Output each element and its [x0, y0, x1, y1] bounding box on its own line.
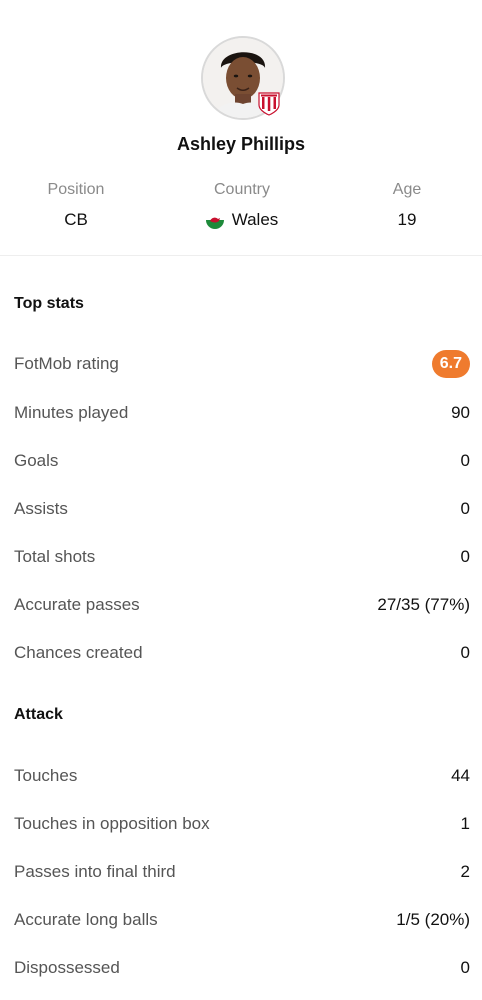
player-header: Ashley Phillips Position CB Country Wale… — [0, 0, 482, 256]
stat-row-accurate-long-balls[interactable]: Accurate long balls 1/5 (20%) — [14, 908, 470, 932]
stat-row-accurate-passes[interactable]: Accurate passes 27/35 (77%) — [14, 593, 470, 617]
stat-label: Passes into final third — [14, 862, 176, 881]
stat-value: 0 — [460, 958, 470, 977]
age-value: 19 — [332, 210, 482, 230]
stat-row-fotmob-rating[interactable]: FotMob rating 6.7 — [14, 350, 470, 378]
stat-label: Chances created — [14, 643, 143, 662]
stat-value: 27/35 (77%) — [377, 595, 470, 614]
position-value: CB — [0, 210, 152, 230]
country-text: Wales — [231, 210, 279, 229]
position-label: Position — [47, 181, 105, 198]
country-value: Wales — [152, 210, 332, 230]
age-label: Age — [392, 181, 422, 198]
stat-label: Goals — [14, 451, 59, 470]
stat-value: 0 — [460, 451, 470, 470]
top-stats-title: Top stats — [14, 295, 84, 312]
stat-row-dispossessed[interactable]: Dispossessed 0 — [14, 956, 470, 980]
stat-row-goals[interactable]: Goals 0 — [14, 449, 470, 473]
stoke-city-badge-icon — [258, 92, 280, 116]
stat-label: Dispossessed — [14, 958, 120, 977]
stat-label: Touches in opposition box — [14, 814, 210, 833]
stat-row-total-shots[interactable]: Total shots 0 — [14, 545, 470, 569]
age-column: Age 19 — [332, 180, 482, 230]
position-text: CB — [64, 210, 88, 229]
stat-label: Assists — [14, 499, 68, 518]
stat-label: Total shots — [14, 547, 96, 566]
rating-badge: 6.7 — [431, 350, 470, 378]
stat-row-touches[interactable]: Touches 44 — [14, 764, 470, 788]
stat-label: Accurate passes — [14, 595, 140, 614]
player-meta: Position CB Country Wales Age 19 — [0, 180, 482, 230]
position-column: Position CB — [0, 180, 152, 230]
age-text: 19 — [397, 210, 417, 229]
stat-row-assists[interactable]: Assists 0 — [14, 497, 470, 521]
stat-row-minutes-played[interactable]: Minutes played 90 — [14, 401, 470, 425]
stat-value: 0 — [460, 547, 470, 566]
stat-value: 0 — [460, 499, 470, 518]
stat-value: 44 — [451, 766, 470, 785]
stat-row-passes-into-final-third[interactable]: Passes into final third 2 — [14, 860, 470, 884]
attack-title: Attack — [14, 706, 63, 723]
stat-label: FotMob rating — [14, 354, 119, 373]
stat-value: 1/5 (20%) — [396, 910, 470, 929]
country-label: Country — [213, 181, 271, 198]
stat-value: 2 — [460, 862, 470, 881]
player-name: Ashley Phillips — [176, 134, 306, 154]
country-column: Country Wales — [152, 180, 332, 230]
stat-row-chances-created[interactable]: Chances created 0 — [14, 641, 470, 665]
stat-value: 0 — [460, 643, 470, 662]
stat-value: 90 — [451, 403, 470, 422]
stat-label: Touches — [14, 766, 78, 785]
stat-label: Minutes played — [14, 403, 129, 422]
stat-value: 1 — [460, 814, 470, 833]
stat-row-touches-in-opposition-box[interactable]: Touches in opposition box 1 — [14, 812, 470, 836]
stat-label: Accurate long balls — [14, 910, 158, 929]
wales-flag-icon — [205, 211, 224, 229]
